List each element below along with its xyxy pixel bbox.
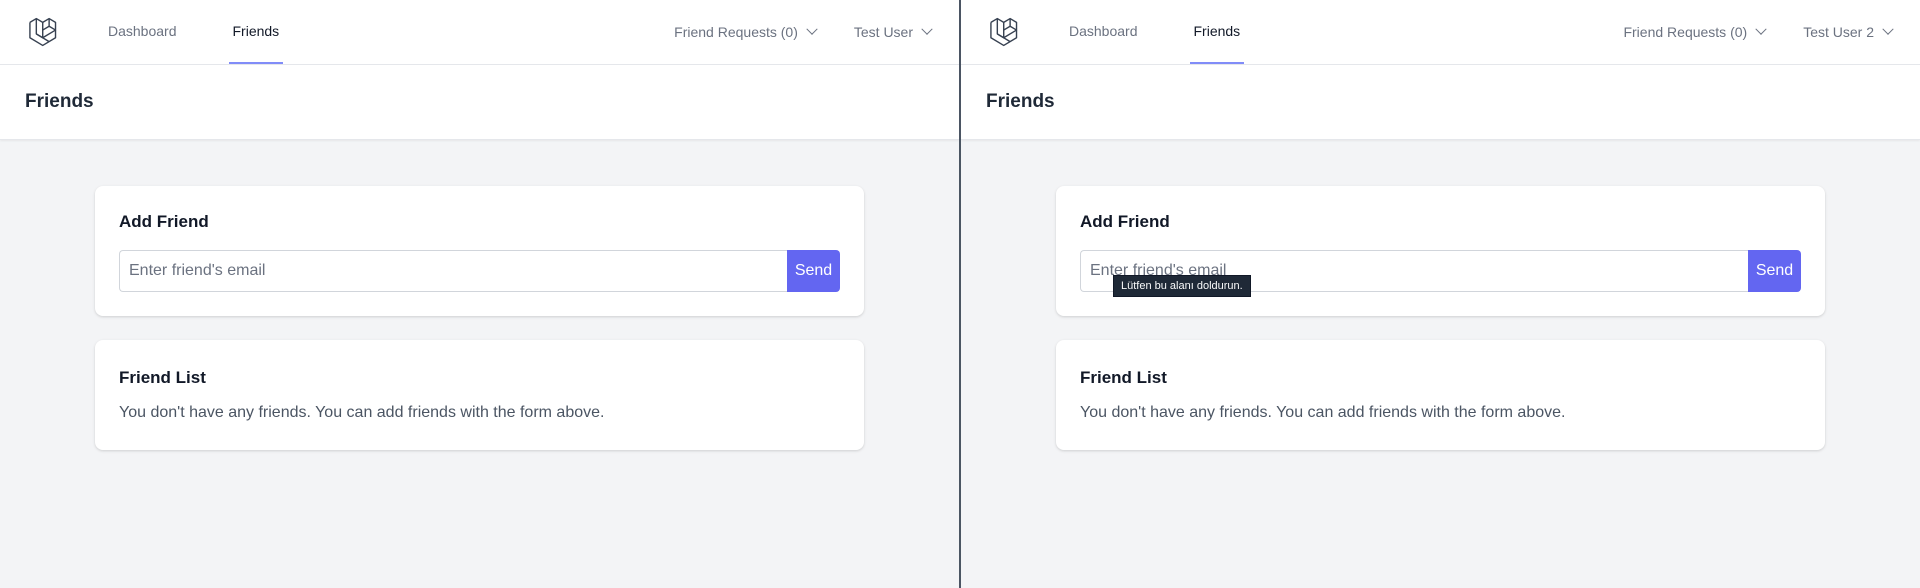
nav-right: Friend Requests (0) Test User [674, 0, 933, 64]
laravel-logo-icon[interactable] [28, 0, 60, 64]
page-title: Friends [986, 91, 1055, 112]
nav-links: Dashboard Friends [104, 0, 284, 64]
send-button[interactable]: Send [1748, 250, 1801, 292]
chevron-down-icon [1755, 23, 1767, 35]
friend-list-title: Friend List [119, 368, 206, 387]
chevron-down-icon [921, 23, 933, 35]
friend-requests-label: Friend Requests (0) [674, 24, 798, 40]
top-nav: Dashboard Friends Friend Requests (0) Te… [961, 0, 1920, 65]
browser-window-user-1: Dashboard Friends Friend Requests (0) Te… [0, 0, 960, 588]
friend-requests-dropdown[interactable]: Friend Requests (0) [674, 23, 818, 40]
dual-browser-screen: Dashboard Friends Friend Requests (0) Te… [0, 0, 1920, 588]
user-name-label: Test User [853, 24, 913, 40]
top-nav: Dashboard Friends Friend Requests (0) Te… [0, 0, 959, 65]
page-header: Friends [961, 65, 1920, 140]
page-header: Friends [0, 65, 959, 140]
add-friend-title: Add Friend [119, 212, 209, 231]
page-title: Friends [25, 91, 94, 112]
nav-link-friends[interactable]: Friends [228, 0, 284, 64]
chevron-down-icon [1882, 23, 1894, 35]
laravel-logo-icon[interactable] [989, 0, 1021, 64]
add-friend-form: Lütfen bu alanı doldurun. Send [1080, 250, 1801, 297]
add-friend-title: Add Friend [1080, 212, 1170, 231]
nav-right: Friend Requests (0) Test User 2 [1623, 0, 1894, 64]
main-content: Add Friend Lütfen bu alanı doldurun. Sen… [961, 140, 1920, 450]
friend-list-title: Friend List [1080, 368, 1167, 387]
user-menu-dropdown[interactable]: Test User [853, 23, 933, 40]
chevron-down-icon [806, 23, 818, 35]
email-input-wrapper: Lütfen bu alanı doldurun. [1080, 250, 1748, 297]
nav-link-dashboard[interactable]: Dashboard [1065, 0, 1142, 64]
friend-list-card: Friend List You don't have any friends. … [1056, 340, 1825, 450]
add-friend-card: Add Friend Lütfen bu alanı doldurun. Sen… [1056, 186, 1825, 316]
nav-link-friends[interactable]: Friends [1189, 0, 1245, 64]
browser-window-user-2: Dashboard Friends Friend Requests (0) Te… [960, 0, 1920, 588]
friend-email-input[interactable] [119, 250, 787, 292]
friend-list-empty-message: You don't have any friends. You can add … [119, 404, 605, 421]
user-name-label: Test User 2 [1803, 24, 1874, 40]
nav-links: Dashboard Friends [1065, 0, 1245, 64]
friend-requests-dropdown[interactable]: Friend Requests (0) [1623, 23, 1767, 40]
add-friend-form: Send [119, 250, 840, 292]
send-button[interactable]: Send [787, 250, 840, 292]
friend-list-empty-message: You don't have any friends. You can add … [1080, 404, 1566, 421]
main-content: Add Friend Send Friend List You don't ha… [0, 140, 959, 450]
friend-requests-label: Friend Requests (0) [1623, 24, 1748, 40]
friend-list-card: Friend List You don't have any friends. … [95, 340, 864, 450]
user-menu-dropdown[interactable]: Test User 2 [1803, 23, 1894, 40]
validation-tooltip: Lütfen bu alanı doldurun. [1113, 275, 1251, 297]
nav-link-dashboard[interactable]: Dashboard [104, 0, 181, 64]
add-friend-card: Add Friend Send [95, 186, 864, 316]
